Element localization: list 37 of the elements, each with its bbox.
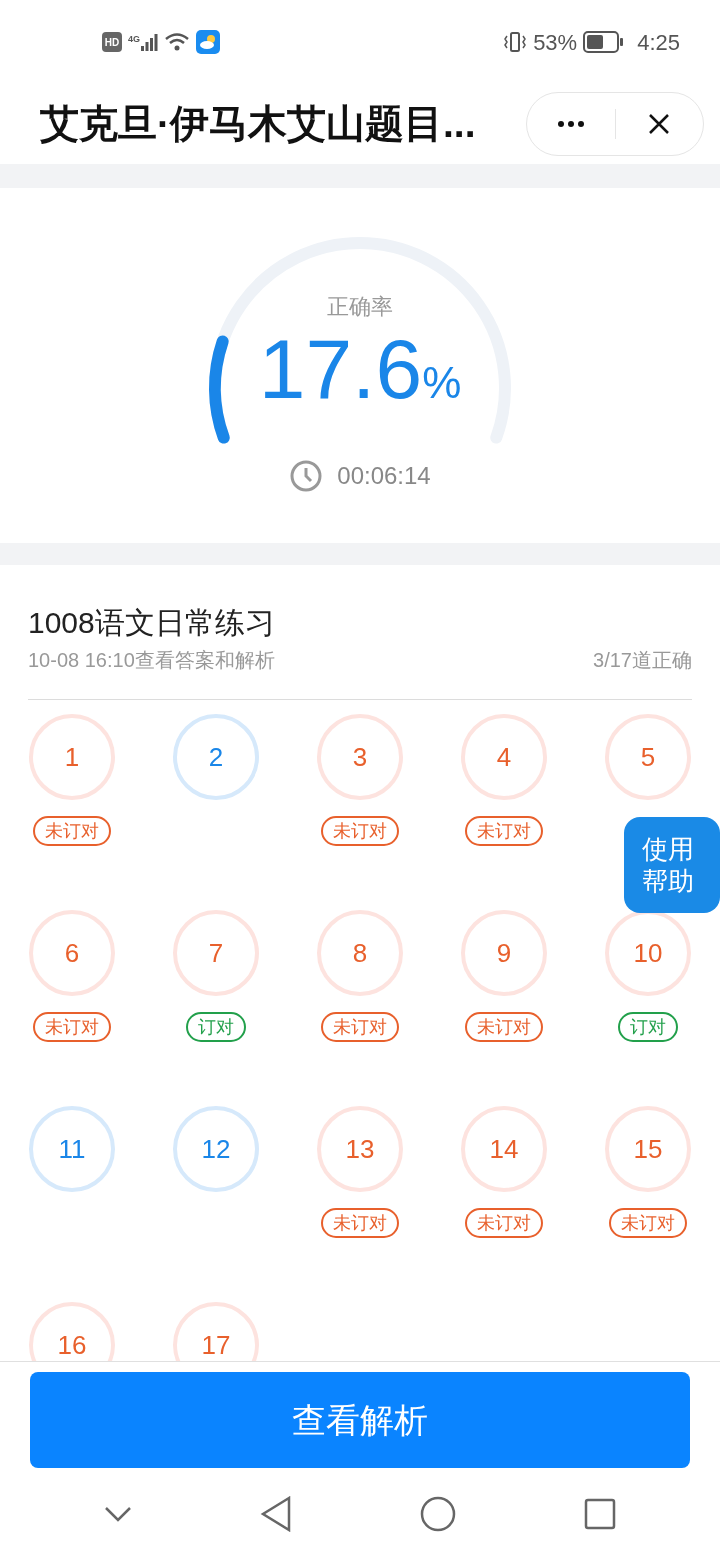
correction-tag: 未订对 [465,1012,543,1042]
view-analysis-button[interactable]: 查看解析 [30,1372,690,1468]
accuracy-label: 正确率 [327,293,393,321]
correction-tag: 订对 [186,1012,246,1042]
score-text: 3/17道正确 [593,648,692,673]
help-button[interactable]: 使用帮助 [624,817,720,913]
battery-percentage: 53% [533,28,578,57]
exercise-subtitle: 10-08 16:10查看答案和解析 [28,648,275,673]
network-type: 4G [128,33,140,46]
clock-icon [289,459,324,493]
correction-tag: 订对 [618,1012,678,1042]
page-title: 艾克旦·伊马木艾山题目... [40,100,476,147]
correction-tag: 未订对 [609,1208,687,1238]
back-icon[interactable] [260,1496,292,1532]
more-icon [557,121,584,127]
elapsed-time: 00:06:14 [337,461,431,491]
close-icon [648,113,671,135]
correction-tag: 未订对 [465,1208,543,1238]
home-icon[interactable] [420,1496,456,1532]
collapse-icon[interactable] [104,1506,132,1522]
accuracy-value: 17.6 [258,327,423,411]
correction-tag: 未订对 [321,1208,399,1238]
correction-tag: 未订对 [33,1012,111,1042]
wifi-icon [164,32,190,52]
exercise-title: 1008语文日常练习 [28,605,276,641]
weather-app-icon [196,30,220,54]
battery-icon [583,31,624,53]
vibrate-icon [503,30,528,54]
correction-tag: 未订对 [33,816,111,846]
recents-icon[interactable] [584,1498,616,1530]
correction-tag: 未订对 [321,1012,399,1042]
correction-tag: 未订对 [465,816,543,846]
clock-time: 4:25 [637,28,680,57]
signal-icon [140,33,158,51]
hd-icon: HD [102,32,122,52]
correction-tag: 未订对 [321,816,399,846]
percent-sign: % [422,361,462,405]
